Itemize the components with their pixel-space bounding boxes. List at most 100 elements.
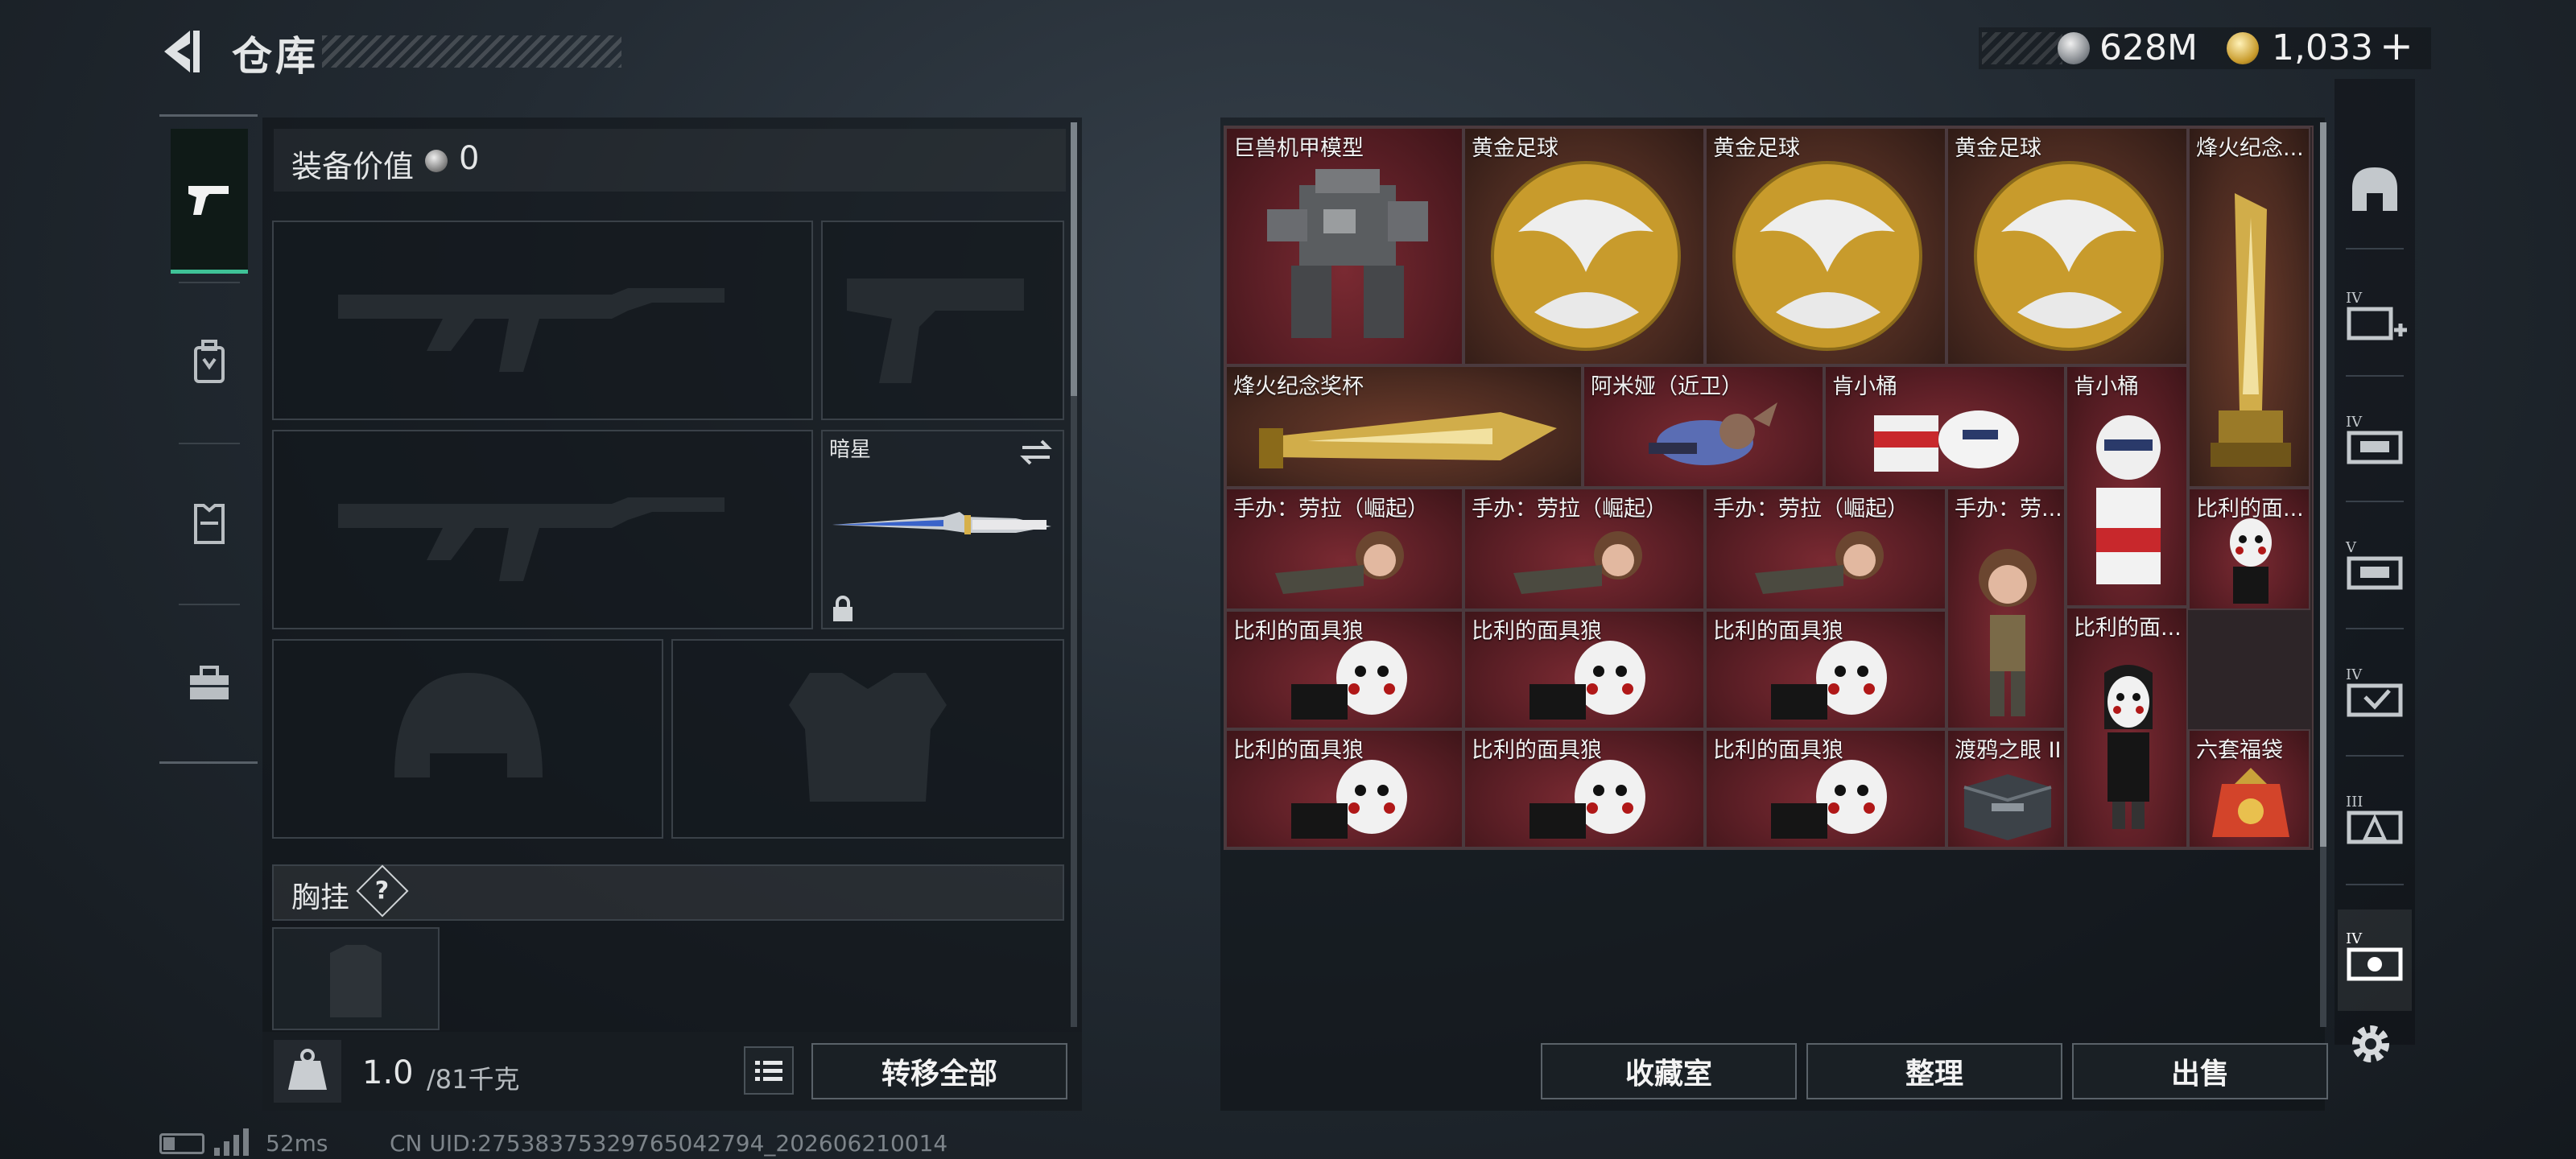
sidearm-slot[interactable] — [821, 221, 1064, 420]
vest-icon — [194, 504, 225, 544]
title-decoration — [322, 35, 621, 68]
storage-item[interactable]: 手办：劳拉（崛起） — [1463, 488, 1705, 610]
carry-weight-value: 1.0 — [362, 1054, 414, 1091]
svg-text:IV: IV — [2346, 930, 2363, 947]
billy-puppet-image — [2230, 518, 2272, 604]
golden-ball-image — [1732, 161, 1922, 351]
lara-figure-image — [1755, 531, 1884, 594]
lock-icon — [833, 596, 852, 621]
iv-storage-selected-icon[interactable]: IV — [2341, 926, 2409, 993]
storage-item[interactable]: 比利的面具狼 — [1463, 610, 1705, 729]
secondary-weapon-slot[interactable] — [272, 430, 813, 629]
storage-item[interactable]: 手办：劳... — [1946, 488, 2066, 729]
add-currency-button[interactable]: + — [2380, 23, 2413, 69]
silver-coin-icon — [425, 150, 448, 172]
lucky-bag-image — [2212, 768, 2289, 837]
sort-button[interactable]: 整理 — [1806, 1043, 2062, 1099]
iii-storage-icon[interactable]: III — [2341, 789, 2409, 856]
item-name: 比利的面... — [2074, 616, 2182, 641]
storage-item[interactable]: 肯小桶 — [1824, 365, 2066, 488]
storage-item[interactable]: 比利的面具狼 — [1225, 610, 1463, 729]
storage-item[interactable]: 黄金足球 — [1946, 127, 2188, 365]
rifle-placeholder-icon — [338, 497, 724, 581]
tab-weapons[interactable] — [171, 129, 248, 274]
rifle-placeholder-icon — [338, 288, 724, 372]
billy-puppet-image — [1291, 760, 1407, 839]
storage-item[interactable]: 巨兽机甲模型 — [1225, 127, 1463, 365]
storage-item[interactable]: 阿米娅（近卫） — [1583, 365, 1824, 488]
colonel-figure-image — [2096, 415, 2161, 584]
lara-figure-image — [1275, 531, 1404, 594]
storage-item[interactable]: 比利的面具狼 — [1463, 729, 1705, 848]
uid-text: CN UID:27538375329765042794_202606210014 — [390, 1130, 948, 1157]
trophy-image — [2211, 193, 2291, 467]
collection-room-button[interactable]: 收藏室 — [1541, 1043, 1797, 1099]
storage-item[interactable]: 渡鸦之眼 II — [1946, 729, 2066, 848]
helmet-tier-icon[interactable] — [2341, 158, 2409, 225]
tab-separator — [179, 443, 240, 444]
storage-item[interactable]: 烽火纪念奖杯 — [1225, 365, 1583, 488]
kg-weight-icon — [288, 1049, 327, 1090]
sidebar-separator — [2346, 755, 2404, 757]
backpack-icon — [194, 340, 225, 383]
signal-icon — [214, 1128, 249, 1156]
settings-gear-icon[interactable] — [2346, 1019, 2396, 1069]
pistol-placeholder-icon — [847, 278, 1024, 383]
tab-tools[interactable] — [171, 612, 248, 757]
storage-item[interactable]: 手办：劳拉（崛起） — [1225, 488, 1463, 610]
tabs-divider — [159, 114, 258, 117]
armor-slot[interactable] — [671, 639, 1064, 839]
lara-standing-image — [1979, 549, 2037, 716]
ping-text: 52ms — [266, 1130, 328, 1157]
storage-item[interactable]: 比利的面... — [2066, 607, 2188, 848]
transfer-all-button[interactable]: 转移全部 — [811, 1043, 1067, 1099]
equipment-value-label: 装备价值 — [291, 149, 415, 184]
chest-rig-placeholder-icon — [330, 945, 382, 1017]
mech-model-image — [1267, 169, 1428, 338]
storage-item[interactable]: 手办：劳拉（崛起） — [1705, 488, 1946, 610]
svg-text:V: V — [2345, 539, 2357, 556]
bucket-mascot-image — [1874, 410, 2019, 472]
equipment-scrollbar[interactable] — [1071, 122, 1077, 396]
silver-amount: 628M — [2099, 27, 2198, 68]
helmet-slot[interactable] — [272, 639, 663, 839]
back-arrow-icon[interactable] — [158, 27, 204, 76]
golden-ball-image — [1491, 161, 1681, 351]
billy-standing-image — [2104, 665, 2153, 829]
storage-item[interactable]: 比利的面具狼 — [1225, 729, 1463, 848]
battery-level — [163, 1137, 175, 1150]
storage-scrollbar[interactable] — [2320, 122, 2326, 847]
trophy-horizontal-image — [1259, 412, 1557, 468]
help-mark: ? — [375, 876, 390, 905]
storage-item[interactable]: 黄金足球 — [1705, 127, 1946, 365]
storage-item[interactable]: 六套福袋 — [2188, 729, 2310, 848]
chest-rig-slot[interactable] — [272, 927, 440, 1030]
iv-storage-2-icon[interactable]: IV — [2341, 662, 2409, 729]
swap-icon[interactable] — [1019, 436, 1053, 468]
tab-armor[interactable] — [171, 451, 248, 596]
storage-item[interactable]: 比利的面具狼 — [1705, 729, 1946, 848]
billy-puppet-image — [1291, 641, 1407, 720]
storage-item[interactable]: 黄金足球 — [1463, 127, 1705, 365]
sell-button[interactable]: 出售 — [2072, 1043, 2328, 1099]
storage-item[interactable]: 比利的面... — [2188, 488, 2310, 610]
iv-add-storage-icon[interactable]: IV — [2341, 285, 2409, 353]
helmet-placeholder-icon — [394, 673, 543, 777]
billy-puppet-image — [1771, 641, 1887, 720]
svg-text:IV: IV — [2346, 290, 2363, 307]
storage-item[interactable]: 比利的面具狼 — [1705, 610, 1946, 729]
iv-storage-1-icon[interactable]: IV — [2341, 409, 2409, 476]
v-storage-icon[interactable]: V — [2341, 534, 2409, 602]
tab-separator — [179, 604, 240, 605]
list-view-button[interactable] — [744, 1046, 794, 1095]
storage-item[interactable]: 烽火纪念... — [2188, 127, 2310, 488]
chest-rig-label: 胸挂 — [291, 881, 350, 914]
primary-weapon-slot[interactable] — [272, 221, 813, 420]
storage-item[interactable]: 肯小桶 — [2066, 365, 2188, 607]
figure-image — [1649, 402, 1777, 465]
tab-backpack[interactable] — [171, 290, 248, 435]
tab-separator — [179, 282, 240, 283]
silver-coin-icon — [2058, 32, 2090, 64]
golden-ball-image — [1974, 161, 2164, 351]
weight-icon — [274, 1040, 341, 1103]
